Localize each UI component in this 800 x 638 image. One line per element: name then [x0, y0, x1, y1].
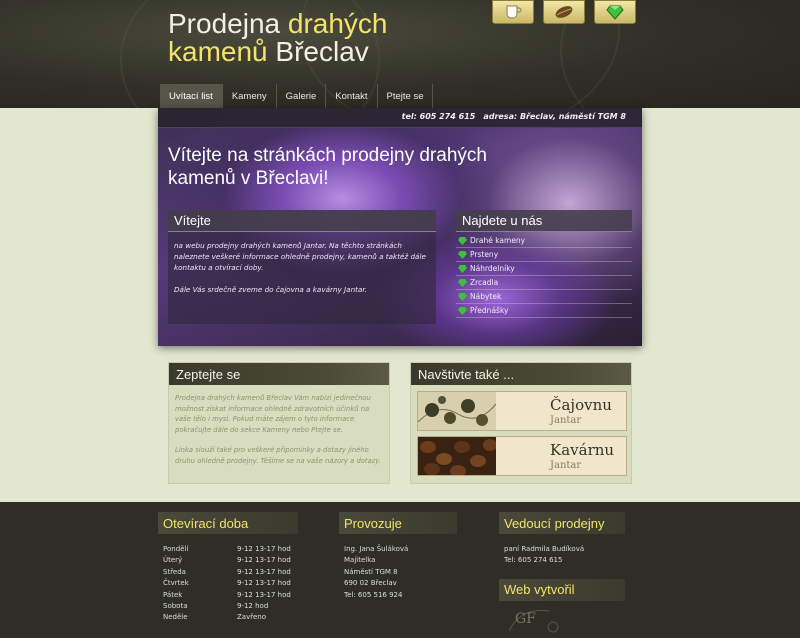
contact-line: tel: 605 274 615 adresa: Břeclav, náměstí…: [394, 112, 626, 121]
manager-line: Tel: 605 274 615: [504, 556, 563, 565]
gem-bullet-icon: [458, 278, 467, 287]
ask-heading: Zeptejte se: [169, 363, 389, 385]
coffee-bean-icon[interactable]: [543, 0, 585, 24]
main-nav: Uvítací list Kameny Galerie Kontakt Ptej…: [160, 84, 434, 108]
list-item-label: Drahé kameny: [470, 236, 526, 245]
list-item[interactable]: Drahé kameny: [456, 234, 632, 248]
hero-banner: tel: 605 274 615 adresa: Břeclav, náměstí…: [158, 108, 642, 346]
logo-text: Břeclav: [267, 36, 369, 67]
opening-hours: Otevírací doba Pondělí 9-12 13-17 hod Úte…: [158, 512, 298, 624]
hours-day: Pondělí: [163, 545, 189, 553]
list-item-label: Přednášky: [470, 306, 509, 315]
address-text: adresa: Břeclav, náměstí TGM 8: [483, 112, 626, 121]
header-icon-tiles: [492, 0, 636, 24]
welcome-text: na webu prodejny drahých kamenů Jantar. …: [168, 232, 436, 303]
hours-time: 9-12 13-17 hod: [237, 590, 291, 599]
operator-line: Tel: 605 516 924: [344, 590, 403, 599]
welcome-paragraph: na webu prodejny drahých kamenů Jantar. …: [174, 241, 426, 272]
hours-time: 9-12 13-17 hod: [237, 567, 291, 576]
banner-subtitle: Jantar: [550, 415, 582, 426]
find-list: Drahé kameny Prsteny Náhrdelníky Zrcadla…: [456, 232, 632, 318]
hours-time: 9-12 hod: [237, 602, 269, 611]
welcome-box: Vítejte na webu prodejny drahých kamenů …: [168, 210, 436, 324]
visit-heading: Navštivte také ...: [411, 363, 631, 385]
list-item[interactable]: Prsteny: [456, 248, 632, 262]
hero-title: Vítejte na stránkách prodejny drahých ka…: [168, 145, 487, 189]
visit-panel: Navštivte také ... Čajovnu Jantar Kavárn…: [410, 362, 632, 484]
tea-cup-icon[interactable]: [492, 0, 534, 24]
list-item[interactable]: Náhrdelníky: [456, 262, 632, 276]
list-item[interactable]: Zrcadla: [456, 276, 632, 290]
site-logo[interactable]: Prodejna drahých kamenů Břeclav: [168, 10, 388, 66]
logo-highlight: kamenů: [168, 36, 268, 67]
nav-item-kontakt[interactable]: Kontakt: [326, 84, 378, 108]
ask-text: Prodejna drahých kamenů Břeclav Vám nabí…: [169, 385, 389, 474]
list-item[interactable]: Nábytek: [456, 290, 632, 304]
welcome-paragraph: Dále Vás srdečně zveme do čajovna a kavá…: [174, 285, 367, 294]
list-item-label: Náhrdelníky: [470, 264, 515, 273]
gem-bullet-icon: [458, 264, 467, 273]
ask-panel: Zeptejte se Prodejna drahých kamenů Břec…: [168, 362, 390, 484]
list-item[interactable]: Přednášky: [456, 304, 632, 318]
nav-item-uvitaci-list[interactable]: Uvítací list: [160, 84, 223, 108]
operator-heading: Provozuje: [339, 512, 457, 534]
header: Prodejna drahých kamenů Břeclav Uvítací …: [0, 0, 800, 108]
operator: Provozuje Ing. Jana Šuláková Majitelka N…: [339, 512, 457, 601]
credit-heading: Web vytvořil: [499, 578, 625, 601]
ask-paragraph: Linka slouží také pro veškeré připomínky…: [175, 446, 381, 465]
hours-time: 9-12 13-17 hod: [237, 556, 291, 565]
gem-bullet-icon: [458, 250, 467, 259]
hours-table: Pondělí 9-12 13-17 hod Úterý 9-12 13-17 ho…: [158, 534, 298, 624]
hours-time: Zavřeno: [237, 613, 266, 622]
ask-paragraph: Prodejna drahých kamenů Břeclav Vám nabí…: [175, 394, 371, 434]
hours-day: Neděle: [163, 613, 188, 622]
list-item-label: Nábytek: [470, 292, 502, 301]
operator-line: 690 02 Břeclav: [344, 579, 397, 588]
gem-bullet-icon: [458, 306, 467, 315]
operator-details: Ing. Jana Šuláková Majitelka Náměstí TGM…: [339, 534, 457, 601]
tea-leaves-image: [418, 392, 496, 430]
hours-day: Čtvrtek: [163, 579, 189, 588]
footer: Otevírací doba Pondělí 9-12 13-17 hod Úte…: [0, 502, 800, 638]
manager-details: paní Radmila Budíková Tel: 605 274 615: [499, 534, 625, 567]
nav-item-ptejte-se[interactable]: Ptejte se: [378, 84, 434, 108]
banner-title: Kavárnu: [550, 441, 615, 459]
banner-subtitle: Jantar: [550, 460, 582, 471]
manager-line: paní Radmila Budíková: [504, 545, 585, 553]
manager: Vedoucí prodejny paní Radmila Budíková T…: [499, 512, 625, 635]
operator-line: Náměstí TGM 8: [344, 567, 398, 576]
tea-room-banner[interactable]: Čajovnu Jantar: [417, 391, 627, 431]
manager-heading: Vedoucí prodejny: [499, 512, 625, 534]
logo-highlight: drahých: [287, 8, 388, 39]
hours-time: 9-12 13-17 hod: [237, 545, 291, 553]
hours-time: 9-12 13-17 hod: [237, 579, 291, 588]
hours-day: Středa: [163, 567, 186, 576]
find-heading: Najdete u nás: [456, 210, 632, 232]
gem-icon[interactable]: [594, 0, 636, 24]
nav-item-galerie[interactable]: Galerie: [277, 84, 327, 108]
gem-bullet-icon: [458, 236, 467, 245]
list-item-label: Prsteny: [470, 250, 499, 259]
operator-line: Ing. Jana Šuláková: [344, 545, 409, 553]
nav-item-kameny[interactable]: Kameny: [223, 84, 277, 108]
designer-logo-text: GF: [515, 610, 536, 627]
phone-text: tel: 605 274 615: [401, 112, 476, 121]
list-item-label: Zrcadla: [470, 278, 499, 287]
designer-logo[interactable]: GF: [499, 605, 625, 635]
gem-bullet-icon: [458, 292, 467, 301]
hours-day: Pátek: [163, 590, 183, 599]
opening-hours-heading: Otevírací doba: [158, 512, 298, 534]
cafe-banner[interactable]: Kavárnu Jantar: [417, 436, 627, 476]
banner-title: Čajovnu: [550, 396, 612, 414]
find-box: Najdete u nás Drahé kameny Prsteny Náhrd…: [456, 210, 632, 328]
logo-text: Prodejna: [168, 8, 288, 39]
hours-day: Sobota: [163, 602, 188, 611]
operator-line: Majitelka: [344, 556, 376, 565]
welcome-heading: Vítejte: [168, 210, 436, 232]
contact-bar: tel: 605 274 615 adresa: Břeclav, náměstí…: [158, 108, 642, 128]
hours-day: Úterý: [163, 556, 183, 565]
coffee-beans-image: [418, 437, 496, 475]
